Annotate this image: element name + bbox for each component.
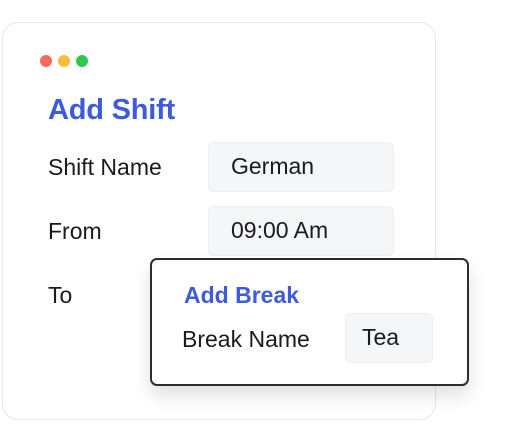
break-name-input[interactable]: Tea: [345, 313, 433, 363]
maximize-dot-icon[interactable]: [76, 55, 88, 67]
form-title: Add Shift: [48, 94, 176, 126]
shift-name-input[interactable]: German: [208, 142, 394, 192]
stage: Add Shift Shift Name German From 09:00 A…: [0, 0, 510, 425]
from-time-input[interactable]: 09:00 Am: [208, 206, 394, 256]
close-dot-icon[interactable]: [40, 55, 52, 67]
window-controls: [40, 55, 88, 67]
break-name-label: Break Name: [182, 326, 310, 352]
minimize-dot-icon[interactable]: [58, 55, 70, 67]
from-label: From: [48, 218, 102, 244]
add-break-popup: Add Break Break Name Tea: [150, 258, 469, 386]
shift-name-label: Shift Name: [48, 154, 162, 180]
add-break-title: Add Break: [184, 282, 300, 308]
to-label: To: [48, 282, 73, 308]
